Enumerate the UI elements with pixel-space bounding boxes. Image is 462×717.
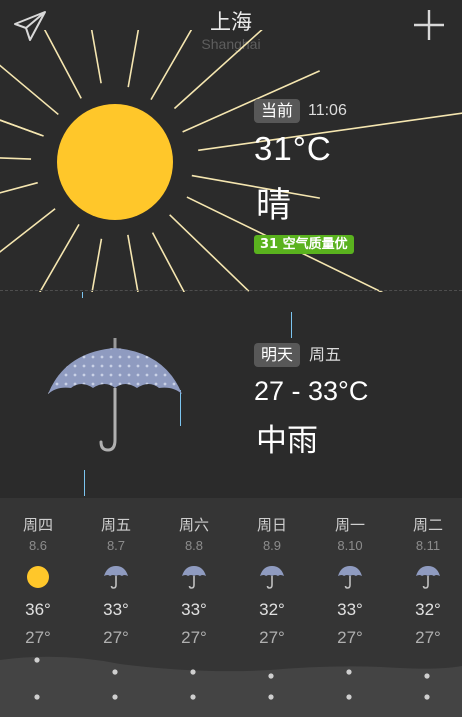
forecast-date: 8.6: [28, 538, 48, 553]
sun-ray: [91, 238, 103, 292]
forecast-date: 8.8: [184, 538, 204, 553]
current-temperature: 31°C: [254, 130, 332, 167]
sun-ray: [0, 119, 42, 137]
forecast-weekday: 周一: [334, 516, 365, 534]
forecast-weekday: 周日: [256, 516, 287, 534]
current-condition: 晴: [256, 186, 292, 226]
current-badge: 当前: [254, 99, 301, 123]
sun-ray: [0, 119, 44, 137]
forecast-high: 33°: [337, 600, 363, 619]
forecast-low: 27°: [25, 628, 51, 647]
forecast-high: 33°: [103, 600, 129, 619]
forecast-weekday: 周五: [100, 516, 131, 534]
divider: [0, 290, 462, 291]
forecast-high: 32°: [415, 600, 441, 619]
umbrella-icon: [182, 566, 206, 589]
sun-ray: [151, 232, 186, 292]
rain-drop: [291, 312, 292, 338]
tomorrow-weekday: 周五: [309, 345, 342, 364]
temperature-curve-decoration: [0, 656, 462, 717]
sun-ray: [0, 64, 59, 116]
sun-ray: [127, 234, 139, 292]
forecast-low: 27°: [181, 628, 207, 647]
forecast-weekday: 周二: [412, 516, 443, 534]
tomorrow-temperature: 27 - 33°C: [254, 376, 369, 406]
tomorrow-condition: 中雨: [256, 423, 318, 459]
umbrella-icon: [338, 566, 362, 589]
sun-ray: [90, 30, 102, 84]
forecast-date: 8.10: [337, 538, 363, 553]
forecast-date: 8.7: [106, 538, 126, 553]
umbrella-icon: [260, 566, 284, 589]
umbrella-icon: [48, 338, 182, 452]
umbrella-icon: [104, 566, 128, 589]
sun-ray: [0, 181, 38, 194]
forecast-weekday: 周四: [22, 516, 53, 534]
air-quality-badge[interactable]: 31 空气质量优: [254, 235, 354, 254]
sun-icon: [57, 104, 173, 220]
rain-drop: [84, 470, 85, 496]
umbrella-icon: [416, 566, 440, 589]
current-time: 11:06: [308, 102, 347, 119]
forecast-high: 36°: [25, 600, 51, 619]
sun-ray: [150, 30, 193, 101]
sun-ray: [173, 30, 263, 110]
sun-ray: [169, 214, 250, 292]
rain-drop: [82, 292, 83, 298]
sun-ray: [0, 157, 32, 160]
sun-ray: [127, 30, 140, 88]
forecast-weekday: 周六: [178, 516, 209, 534]
forecast-high: 33°: [181, 600, 207, 619]
forecast-date: 8.11: [415, 538, 441, 553]
forecast-low: 27°: [337, 628, 363, 647]
sun-ray: [39, 223, 80, 292]
forecast-low: 27°: [415, 628, 441, 647]
tomorrow-badge: 明天: [254, 343, 301, 367]
forecast-low: 27°: [259, 628, 285, 647]
forecast-low: 27°: [103, 628, 129, 647]
forecast-high: 32°: [259, 600, 285, 619]
forecast-date: 8.9: [262, 538, 282, 553]
sun-ray: [43, 30, 82, 99]
sun-ray: [0, 208, 56, 253]
sun-icon: [27, 566, 49, 588]
